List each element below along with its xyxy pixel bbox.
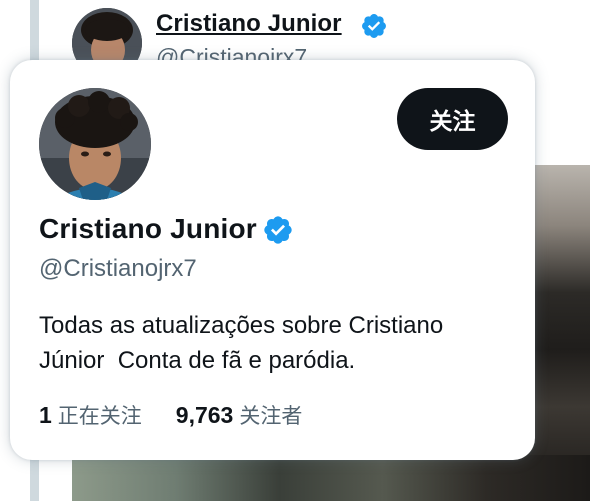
following-label: 正在关注 (57, 404, 142, 428)
verified-badge-icon[interactable] (262, 214, 294, 246)
profile-handle[interactable]: @Cristianojrx7 (39, 255, 197, 283)
verified-badge-icon[interactable] (360, 12, 388, 40)
tweet-author-name[interactable]: Cristiano Junior (156, 10, 342, 38)
follow-button[interactable]: 关注 (397, 88, 508, 150)
profile-stats: 1 正在关注 9,763 关注者 (39, 400, 302, 430)
profile-bio: Todas as atualizações sobre Cristiano Jú… (39, 312, 444, 374)
profile-avatar[interactable] (39, 88, 151, 200)
user-hover-card: 关注 Cristiano Junior @Cristianojrx7 Todas… (10, 60, 535, 460)
profile-display-name[interactable]: Cristiano Junior (39, 213, 257, 245)
followers-count: 9,763 (175, 402, 234, 428)
following-count: 1 (39, 402, 52, 428)
followers-label: 关注者 (239, 404, 303, 428)
profile-name-row: Cristiano Junior (39, 212, 294, 246)
tweet-media-image-lower[interactable] (72, 455, 590, 501)
timeline-viewport: Cristiano Junior @Cristianojrx7 关注 Crist… (0, 0, 590, 501)
following-stat-link[interactable]: 1 正在关注 (39, 400, 142, 430)
avatar-photo (39, 88, 151, 200)
followers-stat-link[interactable]: 9,763 关注者 (176, 400, 303, 430)
